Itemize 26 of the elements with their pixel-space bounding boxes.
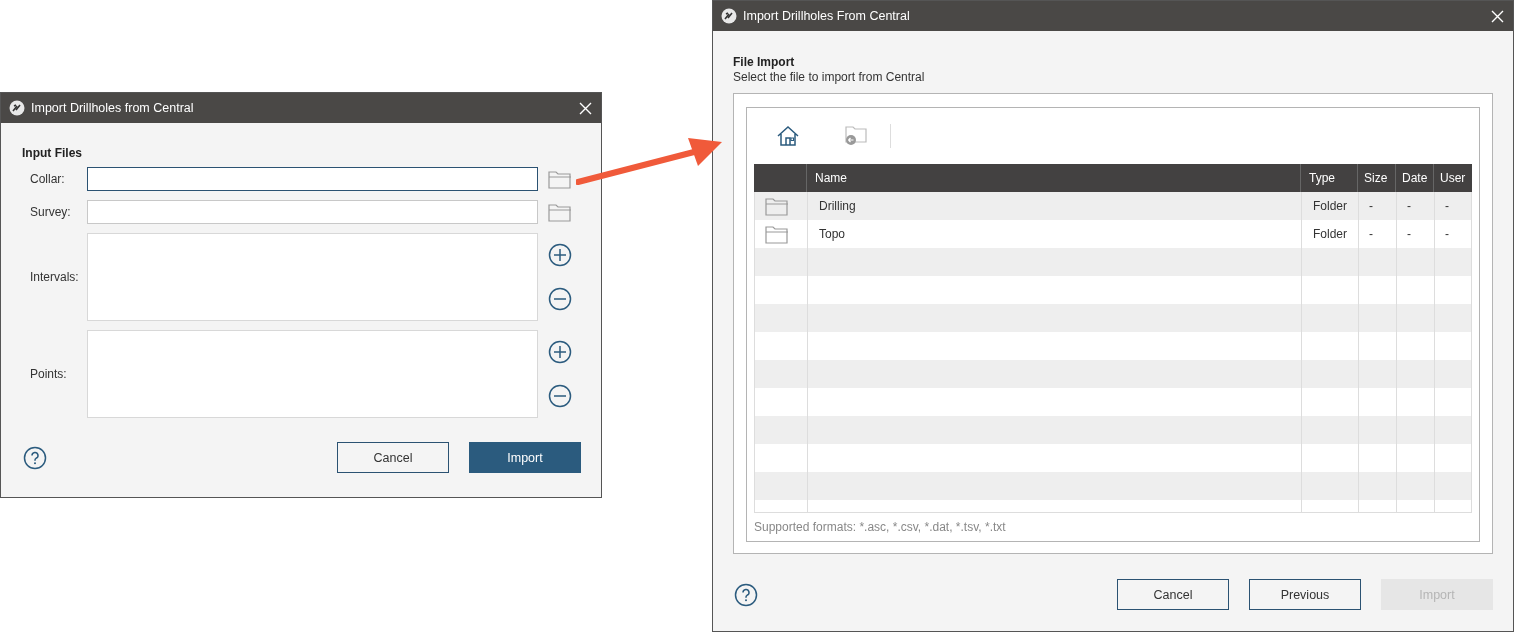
field-label: Points:	[30, 367, 68, 381]
section-subtitle: Select the file to import from Central	[733, 70, 926, 84]
field-label: Collar:	[30, 172, 66, 186]
add-icon[interactable]	[548, 340, 572, 364]
app-logo-icon	[9, 100, 25, 116]
help-button[interactable]	[23, 445, 47, 470]
file-path-field[interactable]	[87, 167, 538, 191]
remove-icon[interactable]	[548, 384, 572, 408]
section-title: File Import	[733, 55, 796, 69]
app-logo-icon	[721, 8, 737, 24]
section-title: Input Files	[22, 146, 83, 160]
field-label: Intervals:	[30, 270, 80, 284]
table-row[interactable]: Drilling Folder - - -	[755, 192, 1471, 220]
close-button[interactable]	[1489, 8, 1505, 24]
dialog-button[interactable]: Cancel	[337, 442, 449, 473]
dialog-button[interactable]: Cancel	[1117, 579, 1229, 610]
window-title: Import Drillholes from Central	[31, 101, 195, 115]
field-label: Survey:	[30, 205, 72, 219]
dialog-button[interactable]: Previous	[1249, 579, 1361, 610]
dialog-button[interactable]: Import	[469, 442, 581, 473]
remove-icon[interactable]	[548, 287, 572, 311]
help-button[interactable]	[734, 582, 758, 607]
supported-formats-note: Supported formats: *.asc, *.csv, *.dat, *.tsv, *.txt	[754, 519, 1007, 536]
window-title: Import Drillholes From Central	[743, 9, 911, 23]
close-button[interactable]	[577, 100, 593, 116]
add-icon[interactable]	[548, 243, 572, 267]
